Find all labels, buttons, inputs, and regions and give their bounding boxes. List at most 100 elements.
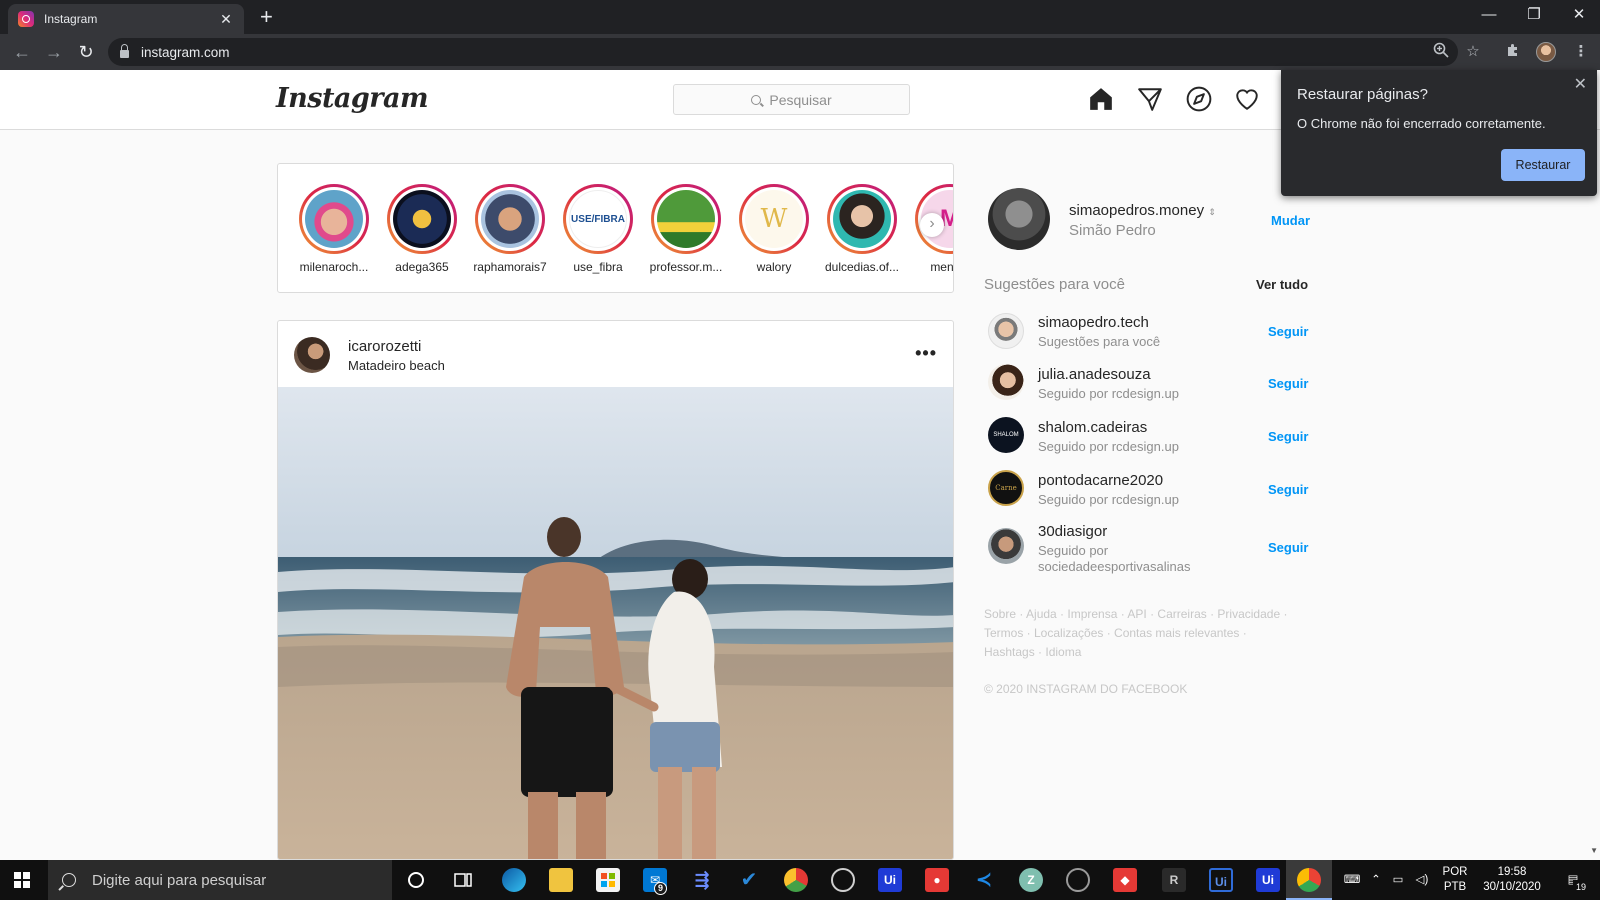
see-all-link[interactable]: Ver tudo xyxy=(1256,277,1308,292)
vscode-icon[interactable]: ≺ xyxy=(972,868,996,892)
reload-icon[interactable]: ↻ xyxy=(74,40,98,64)
suggestion-avatar[interactable]: SHALOM xyxy=(988,417,1024,453)
follow-button[interactable]: Seguir xyxy=(1268,482,1308,497)
switch-account-link[interactable]: Mudar xyxy=(1271,213,1310,228)
profile-avatar[interactable] xyxy=(1536,42,1556,62)
microsoft-store-icon[interactable] xyxy=(596,868,620,892)
story-item[interactable]: W walory xyxy=(734,184,814,274)
clock-date: 30/10/2020 xyxy=(1483,881,1541,893)
my-profile-avatar[interactable] xyxy=(988,188,1050,250)
clock-time: 19:58 xyxy=(1497,866,1527,878)
uipath-assistant-icon[interactable]: Ui xyxy=(1209,868,1233,892)
story-avatar xyxy=(657,190,715,248)
volume-icon[interactable]: ◁) xyxy=(1412,860,1432,900)
zoom-z-icon[interactable]: Z xyxy=(1019,868,1043,892)
activity-heart-icon[interactable] xyxy=(1234,86,1260,112)
instagram-logo[interactable]: Instagram xyxy=(276,83,429,114)
footer-links[interactable]: Sobre · Ajuda · Imprensa · API · Carreir… xyxy=(984,605,1294,662)
story-username: raphamorais7 xyxy=(473,260,547,274)
story-avatar xyxy=(393,190,451,248)
story-item[interactable]: milenaroch... xyxy=(294,184,374,274)
task-view-icon[interactable] xyxy=(451,868,475,892)
story-username: menina xyxy=(930,260,954,274)
follow-button[interactable]: Seguir xyxy=(1268,540,1308,555)
forward-arrow-icon[interactable]: → xyxy=(42,40,66,64)
suggestion-username[interactable]: simaopedro.tech xyxy=(1038,314,1149,331)
browser-toolbar: ← → ↻ instagram.com ☆ ⋮ xyxy=(0,34,1600,70)
close-window-button[interactable]: ✕ xyxy=(1556,0,1600,30)
r-app-icon[interactable]: R xyxy=(1162,868,1186,892)
new-tab-button[interactable]: + xyxy=(260,5,273,29)
suggestions-title: Sugestões para você xyxy=(984,276,1125,293)
suggestion-avatar[interactable] xyxy=(988,528,1024,564)
follow-button[interactable]: Seguir xyxy=(1268,376,1308,391)
browser-tab[interactable]: Instagram ✕ xyxy=(8,4,244,34)
story-username: dulcedias.of... xyxy=(824,260,900,274)
search-input[interactable]: Pesquisar xyxy=(673,84,910,115)
suggestion-avatar[interactable] xyxy=(988,364,1024,400)
suggestion-username[interactable]: julia.anadesouza xyxy=(1038,366,1151,383)
webcam-icon[interactable] xyxy=(1066,868,1090,892)
post-location[interactable]: Matadeiro beach xyxy=(348,358,445,373)
clock[interactable]: 19:58 30/10/2020 xyxy=(1478,860,1546,900)
stories-next-chevron-icon[interactable]: › xyxy=(920,213,944,237)
story-item[interactable]: dulcedias.of... xyxy=(822,184,902,274)
scroll-down-arrow-icon[interactable]: ▼ xyxy=(1590,846,1598,855)
direct-messages-icon[interactable] xyxy=(1137,86,1163,112)
tray-chevron-up-icon[interactable]: ⌃ xyxy=(1368,860,1384,900)
uipath-robot-icon[interactable]: Ui xyxy=(1256,868,1280,892)
suggestion-avatar[interactable]: Carne xyxy=(988,470,1024,506)
restore-button[interactable]: Restaurar xyxy=(1501,149,1585,181)
restore-window-button[interactable]: ❐ xyxy=(1511,0,1557,30)
suggestion-avatar[interactable] xyxy=(988,313,1024,349)
restore-pages-dialog: Restaurar páginas? ✕ O Chrome não foi en… xyxy=(1281,70,1597,196)
home-icon[interactable] xyxy=(1088,86,1114,112)
follow-button[interactable]: Seguir xyxy=(1268,324,1308,339)
address-bar[interactable]: instagram.com xyxy=(108,38,1458,66)
tab-close-icon[interactable]: ✕ xyxy=(218,11,234,28)
chrome-canary-icon[interactable] xyxy=(784,868,808,892)
restore-dialog-message: O Chrome não foi encerrado corretamente. xyxy=(1297,116,1546,131)
edge-browser-icon[interactable] xyxy=(502,868,526,892)
language-indicator[interactable]: POR PTB xyxy=(1438,860,1472,900)
azure-data-icon[interactable]: ⇶ xyxy=(690,868,714,892)
uipath-studio-icon[interactable]: Ui xyxy=(878,868,902,892)
minimize-button[interactable]: — xyxy=(1466,0,1512,30)
recorder-icon[interactable]: ● xyxy=(925,868,949,892)
story-item[interactable]: professor.m... xyxy=(646,184,726,274)
keyboard-layout: PTB xyxy=(1443,881,1467,893)
back-arrow-icon[interactable]: ← xyxy=(10,40,34,64)
todo-check-icon[interactable]: ✔ xyxy=(737,868,761,892)
extensions-puzzle-icon[interactable] xyxy=(1503,42,1523,62)
close-icon[interactable]: ✕ xyxy=(1574,74,1587,94)
network-icon[interactable]: ▭ xyxy=(1388,860,1408,900)
file-explorer-icon[interactable] xyxy=(549,868,573,892)
follow-button[interactable]: Seguir xyxy=(1268,429,1308,444)
story-username: walory xyxy=(756,260,792,274)
taskbar-search-input[interactable]: Digite aqui para pesquisar xyxy=(48,860,392,900)
story-item[interactable]: raphamorais7 xyxy=(470,184,550,274)
obs-studio-icon[interactable] xyxy=(831,868,855,892)
bookmark-star-icon[interactable]: ☆ xyxy=(1463,42,1483,62)
my-username[interactable]: simaopedros.money ⇕ xyxy=(1069,202,1216,219)
account-switch-chevron-icon[interactable]: ⇕ xyxy=(1208,207,1216,217)
post-author-avatar[interactable] xyxy=(294,337,330,373)
suggestion-username[interactable]: 30diasigor xyxy=(1038,523,1107,540)
story-item[interactable]: adega365 xyxy=(382,184,462,274)
story-item[interactable]: USE/FIBRA use_fibra xyxy=(558,184,638,274)
post-options-icon[interactable]: ••• xyxy=(915,343,937,364)
post-author-username[interactable]: icarorozetti xyxy=(348,338,421,355)
chrome-menu-icon[interactable]: ⋮ xyxy=(1571,42,1591,62)
keyboard-icon[interactable]: ⌨ xyxy=(1340,860,1364,900)
anydesk-icon[interactable]: ◆ xyxy=(1113,868,1137,892)
suggestion-username[interactable]: shalom.cadeiras xyxy=(1038,419,1147,436)
post-image[interactable] xyxy=(278,387,954,860)
search-icon xyxy=(751,94,762,105)
windows-start-icon[interactable] xyxy=(14,872,30,888)
zoom-icon[interactable] xyxy=(1431,42,1451,62)
explore-compass-icon[interactable] xyxy=(1186,86,1212,112)
suggestion-username[interactable]: pontodacarne2020 xyxy=(1038,472,1163,489)
story-username: use_fibra xyxy=(573,260,623,274)
cortana-icon[interactable] xyxy=(404,868,428,892)
chrome-icon[interactable] xyxy=(1297,868,1321,892)
